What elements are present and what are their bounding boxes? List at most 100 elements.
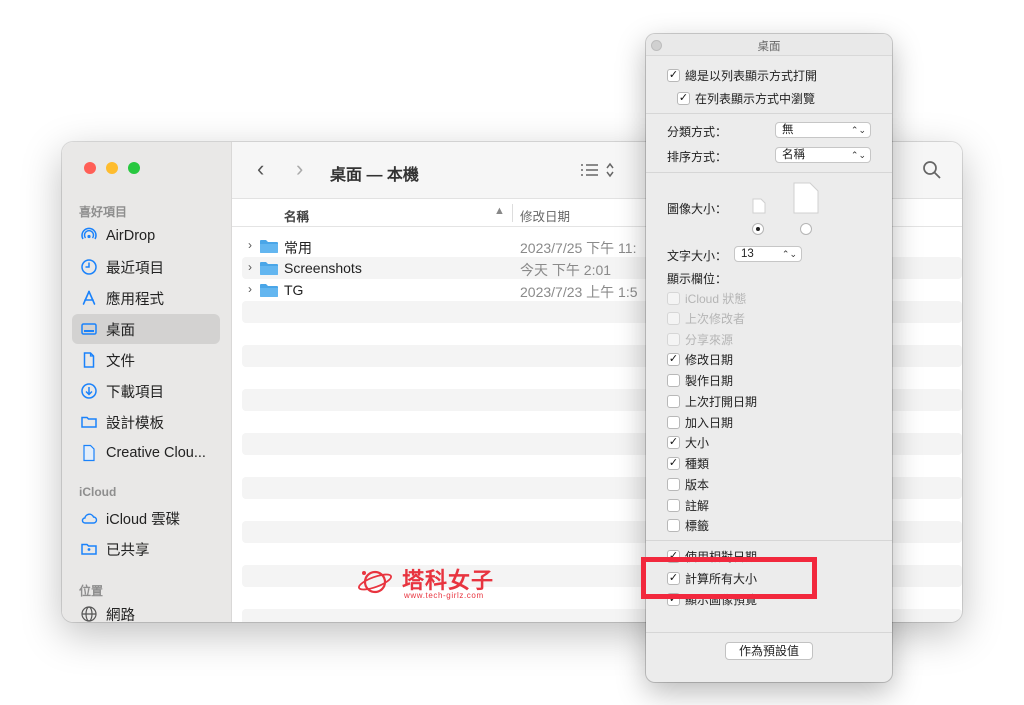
sidebar-item-label: 應用程式 xyxy=(106,291,164,308)
checkmark-icon: ✓ xyxy=(667,69,680,82)
globe-icon xyxy=(80,605,98,622)
browse-in-list-checkbox[interactable]: ✓ 在列表顯示方式中瀏覽 xyxy=(677,90,815,107)
sidebar-item-downloads[interactable]: 下載項目 xyxy=(72,376,220,406)
sidebar-item-shared[interactable]: 已共享 xyxy=(72,534,220,564)
document-icon xyxy=(80,351,98,369)
sidebar-item-label: 設計模板 xyxy=(106,415,164,432)
sidebar-item-label: Creative Clou... xyxy=(106,445,206,461)
desktop-icon xyxy=(80,320,98,338)
column-divider[interactable] xyxy=(512,204,513,222)
highlight-box xyxy=(641,557,817,599)
always-open-list-checkbox[interactable]: ✓ 總是以列表顯示方式打開 xyxy=(667,67,817,84)
updown-chevron-icon: ⌃⌄ xyxy=(850,150,866,160)
search-icon[interactable] xyxy=(922,160,942,185)
icon-size-small-radio[interactable] xyxy=(752,223,764,235)
sidebar-item-label: 最近項目 xyxy=(106,260,164,277)
divider xyxy=(646,113,892,114)
column-header-name[interactable]: 名稱 xyxy=(284,206,309,225)
checkbox-label: 註解 xyxy=(685,499,710,513)
disclosure-chevron-icon[interactable]: › xyxy=(248,282,252,296)
sidebar-item-icloud-drive[interactable]: iCloud 雲碟 xyxy=(72,503,220,533)
column-comments-checkbox[interactable]: 註解 xyxy=(667,497,709,514)
column-version-checkbox[interactable]: 版本 xyxy=(667,476,709,493)
column-header-date-modified[interactable]: 修改日期 xyxy=(520,206,570,225)
sidebar-item-label: AirDrop xyxy=(106,228,156,244)
sidebar-item-label: 已共享 xyxy=(106,542,150,559)
use-as-defaults-button[interactable]: 作為預設值 xyxy=(725,642,813,660)
text-size-label: 文字大小： xyxy=(667,249,728,263)
disclosure-chevron-icon[interactable]: › xyxy=(248,238,252,252)
locations-heading: 位置 xyxy=(79,584,104,598)
disclosure-chevron-icon[interactable]: › xyxy=(248,260,252,274)
column-kind-checkbox[interactable]: ✓ 種類 xyxy=(667,455,709,472)
sidebar-item-label: 下載項目 xyxy=(106,384,164,401)
folder-icon xyxy=(80,413,98,431)
sidebar-item-applications[interactable]: 應用程式 xyxy=(72,283,220,313)
column-date-modified-checkbox[interactable]: ✓ 修改日期 xyxy=(667,351,733,368)
sidebar-item-label: 網路 xyxy=(106,607,135,623)
checkbox-label: 總是以列表顯示方式打開 xyxy=(685,69,818,83)
sidebar: 喜好項目 AirDrop 最近項目 應用程式 桌面 文件 下載項目 設計模板 C… xyxy=(62,142,232,622)
column-last-opened-checkbox[interactable]: 上次打開日期 xyxy=(667,393,757,410)
checkbox-label: 製作日期 xyxy=(685,374,734,388)
panel-titlebar: 桌面 xyxy=(646,34,892,56)
checkbox-label: 修改日期 xyxy=(685,353,734,367)
checkbox-label: 版本 xyxy=(685,478,710,492)
sidebar-item-creative-cloud[interactable]: Creative Clou... xyxy=(72,438,220,468)
checkmark-icon: ✓ xyxy=(667,457,680,470)
sidebar-item-design-templates[interactable]: 設計模板 xyxy=(72,407,220,437)
column-icloud-status-checkbox[interactable]: iCloud 狀態 xyxy=(667,290,746,307)
panel-title: 桌面 xyxy=(757,41,781,53)
checkbox-label: 種類 xyxy=(685,457,710,471)
zoom-window-button[interactable] xyxy=(128,162,140,174)
column-date-added-checkbox[interactable]: 加入日期 xyxy=(667,414,733,431)
forward-button[interactable]: › xyxy=(296,156,303,182)
sidebar-item-network[interactable]: 網路 xyxy=(72,599,220,622)
watermark-url: www.tech-girlz.com xyxy=(404,591,484,600)
clock-icon xyxy=(80,258,98,276)
column-tags-checkbox[interactable]: 標籤 xyxy=(667,517,709,534)
download-icon xyxy=(80,382,98,400)
list-view-icon xyxy=(581,162,614,178)
airdrop-icon xyxy=(80,227,98,245)
updown-chevron-icon: ⌃⌄ xyxy=(850,125,866,135)
sidebar-item-airdrop[interactable]: AirDrop xyxy=(72,221,220,251)
checkbox-label: 上次修改者 xyxy=(685,312,746,326)
cloud-icon xyxy=(80,509,98,527)
group-by-select[interactable]: 無 ⌃⌄ xyxy=(775,122,871,138)
checkbox-label: 分享來源 xyxy=(685,333,734,347)
column-date-created-checkbox[interactable]: 製作日期 xyxy=(667,372,733,389)
checkbox-label: 上次打開日期 xyxy=(685,395,758,409)
group-by-label: 分類方式： xyxy=(667,125,728,139)
sort-by-select[interactable]: 名稱 ⌃⌄ xyxy=(775,147,871,163)
show-columns-label: 顯示欄位： xyxy=(667,272,728,286)
shared-folder-icon xyxy=(80,540,98,558)
file-icon xyxy=(80,444,98,462)
sidebar-item-recents[interactable]: 最近項目 xyxy=(72,252,220,282)
sidebar-item-desktop[interactable]: 桌面 xyxy=(72,314,220,344)
group-by-value: 無 xyxy=(782,124,794,136)
close-window-button[interactable] xyxy=(84,162,96,174)
checkbox-label: iCloud 狀態 xyxy=(685,292,747,306)
updown-chevron-icon: ⌃⌄ xyxy=(781,249,797,259)
file-date: 今天 下午 2:01 xyxy=(520,262,612,278)
checkmark-icon: ✓ xyxy=(667,436,680,449)
icon-size-large-radio[interactable] xyxy=(800,223,812,235)
checkbox-label: 標籤 xyxy=(685,519,710,533)
column-shared-by-checkbox[interactable]: 分享來源 xyxy=(667,331,733,348)
text-size-select[interactable]: 13 ⌃⌄ xyxy=(734,246,802,262)
checkbox-label: 大小 xyxy=(685,436,710,450)
divider xyxy=(646,632,892,633)
column-last-modified-by-checkbox[interactable]: 上次修改者 xyxy=(667,310,745,327)
sort-ascending-icon: ▲ xyxy=(494,205,505,217)
back-button[interactable]: ‹ xyxy=(257,156,264,182)
column-size-checkbox[interactable]: ✓ 大小 xyxy=(667,434,709,451)
folder-icon xyxy=(260,240,278,253)
sidebar-item-label: iCloud 雲碟 xyxy=(106,511,181,528)
checkbox-label: 加入日期 xyxy=(685,416,734,430)
apps-icon xyxy=(80,289,98,307)
checkbox-label: 在列表顯示方式中瀏覽 xyxy=(695,92,816,106)
minimize-window-button[interactable] xyxy=(106,162,118,174)
view-options-button[interactable] xyxy=(580,162,618,183)
sidebar-item-documents[interactable]: 文件 xyxy=(72,345,220,375)
